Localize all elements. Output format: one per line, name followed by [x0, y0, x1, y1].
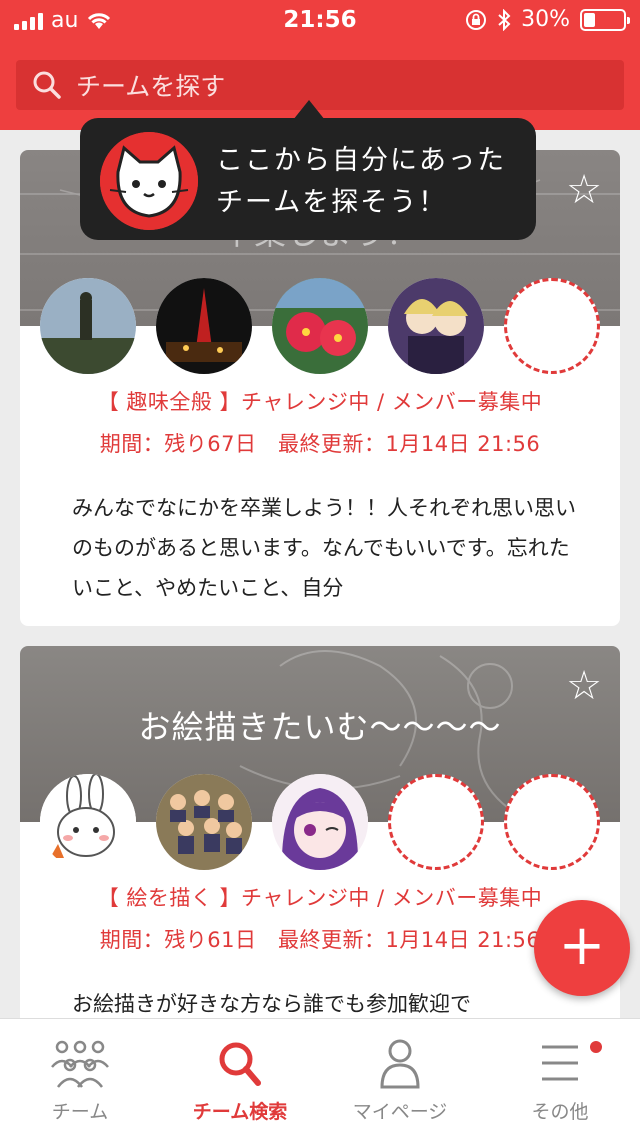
create-team-button[interactable]: +	[534, 900, 630, 996]
status-right: 30%	[465, 7, 630, 32]
search-icon	[219, 1042, 261, 1086]
team-category-status: 【 趣味全般 】チャレンジ中 / メンバー募集中	[97, 390, 543, 414]
team-description: みんなでなにかを卒業しよう！！人それぞれ思い思いのものがあると思います。なんでも…	[72, 496, 576, 600]
search-placeholder: チームを探す	[76, 72, 226, 101]
tab-team[interactable]: チーム	[0, 1019, 160, 1136]
person-icon	[380, 1039, 420, 1089]
favorite-star-icon[interactable]: ☆	[566, 666, 602, 706]
tab-team-search[interactable]: チーム検索	[160, 1019, 320, 1136]
tab-label: マイページ	[352, 1101, 448, 1123]
member-avatar[interactable]	[40, 774, 136, 870]
tooltip-message: ここから自分にあった チームを探そう！	[216, 140, 506, 224]
battery-percent: 30%	[521, 7, 570, 32]
tab-label: チーム	[51, 1101, 109, 1123]
status-bar: au 21:56 30%	[0, 0, 640, 40]
notification-badge	[590, 1041, 602, 1053]
member-avatar[interactable]	[272, 774, 368, 870]
team-title: お絵描きたいむ〜〜〜〜	[138, 708, 502, 746]
member-avatar[interactable]	[272, 278, 368, 374]
tab-my-page[interactable]: マイページ	[320, 1019, 480, 1136]
menu-icon	[542, 1045, 578, 1081]
member-avatar[interactable]	[40, 278, 136, 374]
plus-icon: +	[558, 913, 606, 978]
member-avatars	[40, 278, 600, 374]
tab-other[interactable]: その他	[480, 1019, 640, 1136]
tab-label: チーム検索	[192, 1101, 288, 1123]
tab-bar: チーム チーム検索 マイページ その他	[0, 1018, 640, 1136]
tooltip-arrow	[293, 100, 325, 120]
team-card[interactable]: お絵描きたいむ〜〜〜〜 ☆ 【 絵を描く 】チャレンジ中 / メンバー募集中 期…	[20, 646, 620, 1066]
member-avatars	[40, 774, 600, 870]
empty-member-slot[interactable]	[388, 774, 484, 870]
people-icon	[51, 1040, 109, 1088]
member-avatar[interactable]	[388, 278, 484, 374]
member-avatar[interactable]	[156, 774, 252, 870]
empty-member-slot[interactable]	[504, 278, 600, 374]
team-period-updated: 期間：残り61日 最終更新：1月14日 21:56	[99, 928, 541, 952]
onboarding-tooltip[interactable]: ここから自分にあった チームを探そう！	[80, 118, 536, 240]
favorite-star-icon[interactable]: ☆	[566, 170, 602, 210]
team-period-updated: 期間：残り67日 最終更新：1月14日 21:56	[99, 432, 541, 456]
empty-member-slot[interactable]	[504, 774, 600, 870]
cat-mascot-icon	[100, 132, 198, 230]
search-icon	[33, 71, 61, 99]
tab-label: その他	[531, 1101, 589, 1123]
tooltip-line1: ここから自分にあった	[216, 145, 506, 176]
team-category-status: 【 絵を描く 】チャレンジ中 / メンバー募集中	[97, 886, 543, 910]
tooltip-line2: チームを探そう！	[216, 187, 448, 218]
bluetooth-icon	[498, 8, 511, 31]
member-avatar[interactable]	[156, 278, 252, 374]
battery-icon	[580, 8, 630, 31]
rotation-lock-icon	[466, 9, 487, 30]
